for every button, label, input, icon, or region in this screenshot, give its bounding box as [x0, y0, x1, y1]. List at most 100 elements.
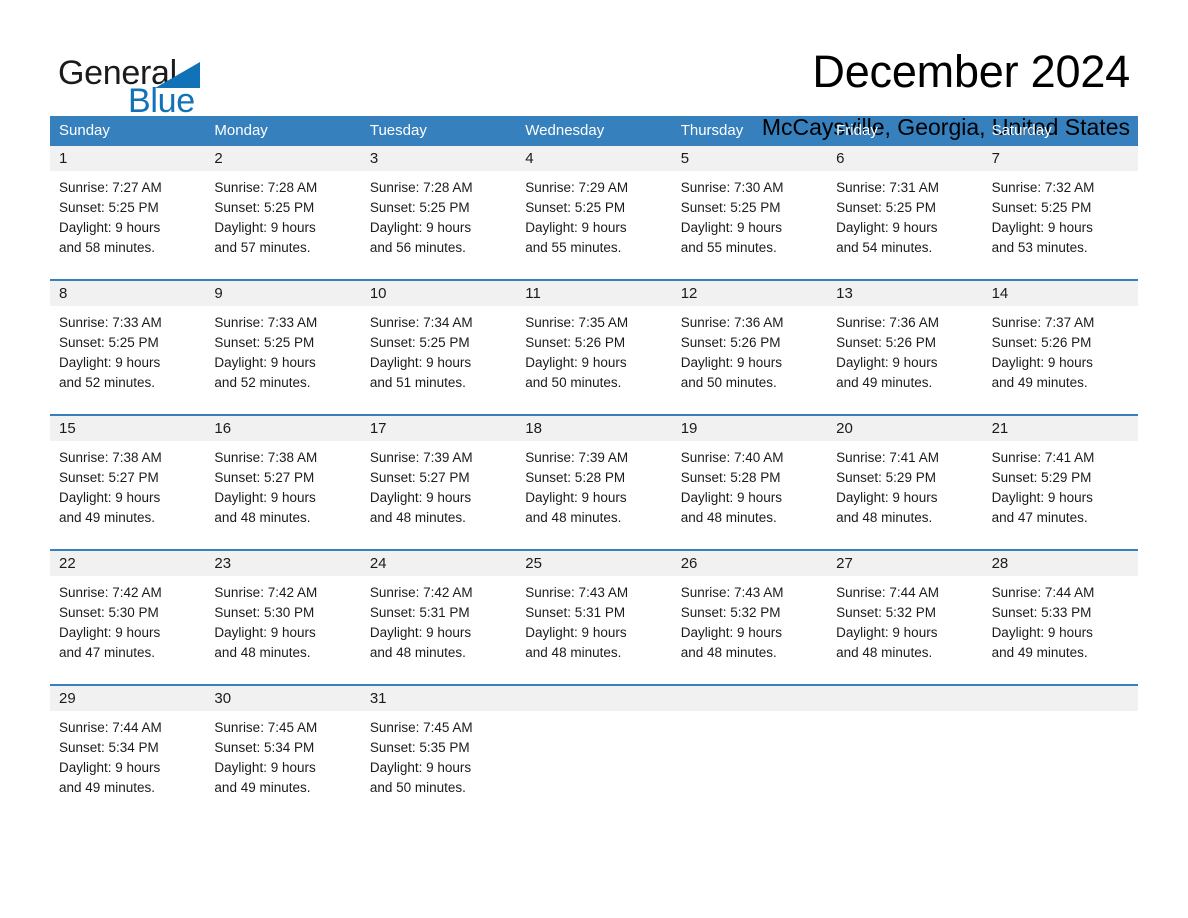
sunset-time: Sunset: 5:30 PM	[214, 605, 315, 620]
calendar-day-cell[interactable]: 31 Sunrise: 7:45 AM Sunset: 5:35 PM Dayligh…	[360, 686, 517, 819]
sunset-time: Sunset: 5:25 PM	[836, 200, 936, 215]
calendar-day-cell[interactable]: 3 Sunrise: 7:28 AM Sunset: 5:25 PM Daylight…	[360, 146, 517, 279]
calendar-day-cell[interactable]: 6 Sunrise: 7:31 AM Sunset: 5:25 PM Daylight…	[827, 146, 983, 279]
sunset-time: Sunset: 5:25 PM	[369, 200, 470, 215]
sunset-time: Sunset: 5:35 PM	[369, 740, 470, 755]
day-number: 31	[360, 686, 517, 711]
day-sun-info: Sunrise: 7:40 AM Sunset: 5:28 PM Daylight:…	[672, 441, 827, 528]
day-number: 22	[50, 551, 206, 576]
sunrise-time: Sunrise: 7:42 AM	[59, 585, 162, 600]
sunrise-time: Sunrise: 7:33 AM	[59, 315, 162, 330]
calendar-day-cell[interactable]: 27 Sunrise: 7:44 AM Sunset: 5:32 PM Dayligh…	[827, 551, 983, 684]
day-number: 11	[516, 281, 672, 306]
day-number: 27	[827, 551, 983, 576]
daylight-duration-line2: and 48 minutes.	[214, 645, 311, 660]
day-number: 10	[360, 281, 517, 306]
sunrise-time: Sunrise: 7:43 AM	[680, 585, 784, 600]
calendar-day-cell[interactable]: 22 Sunrise: 7:42 AM Sunset: 5:30 PM Dayligh…	[50, 551, 206, 684]
sunset-time: Sunset: 5:26 PM	[836, 335, 936, 350]
sunset-time: Sunset: 5:32 PM	[680, 605, 781, 620]
calendar-day-cell[interactable]: 16 Sunrise: 7:38 AM Sunset: 5:27 PM Dayligh…	[205, 416, 361, 549]
sunrise-time: Sunrise: 7:39 AM	[525, 450, 629, 465]
calendar-day-cell[interactable]: 13 Sunrise: 7:36 AM Sunset: 5:26 PM Dayligh…	[827, 281, 983, 414]
calendar-day-cell[interactable]: 21 Sunrise: 7:41 AM Sunset: 5:29 PM Dayligh…	[982, 416, 1138, 549]
calendar-day-cell[interactable]: 12 Sunrise: 7:36 AM Sunset: 5:26 PM Dayligh…	[671, 281, 828, 414]
calendar-day-cell[interactable]: 8 Sunrise: 7:33 AM Sunset: 5:25 PM Daylight…	[50, 281, 206, 414]
calendar-day-cell[interactable]: 14 Sunrise: 7:37 AM Sunset: 5:26 PM Dayligh…	[982, 281, 1138, 414]
generalblue-logo[interactable]: General Blue	[50, 46, 240, 118]
daylight-duration-line2: and 48 minutes.	[836, 645, 933, 660]
daylight-duration-line1: Daylight: 9 hours	[59, 490, 161, 505]
day-sun-info: Sunrise: 7:33 AM Sunset: 5:25 PM Daylight:…	[205, 306, 360, 393]
sunrise-time: Sunrise: 7:45 AM	[369, 720, 473, 735]
day-sun-info: Sunrise: 7:37 AM Sunset: 5:26 PM Daylight:…	[983, 306, 1138, 393]
sunrise-time: Sunrise: 7:38 AM	[59, 450, 162, 465]
day-sun-info: Sunrise: 7:41 AM Sunset: 5:29 PM Daylight:…	[827, 441, 982, 528]
calendar-day-cell[interactable]: 11 Sunrise: 7:35 AM Sunset: 5:26 PM Dayligh…	[516, 281, 672, 414]
day-sun-info: Sunrise: 7:29 AM Sunset: 5:25 PM Daylight:…	[516, 171, 671, 258]
sunrise-time: Sunrise: 7:35 AM	[525, 315, 629, 330]
calendar-week-row: 22 Sunrise: 7:42 AM Sunset: 5:30 PM Dayligh…	[50, 549, 1138, 684]
calendar-day-cell[interactable]: 23 Sunrise: 7:42 AM Sunset: 5:30 PM Dayligh…	[205, 551, 361, 684]
daylight-duration-line1: Daylight: 9 hours	[836, 625, 938, 640]
day-sun-info: Sunrise: 7:36 AM Sunset: 5:26 PM Daylight:…	[827, 306, 982, 393]
calendar-day-cell[interactable]: 19 Sunrise: 7:40 AM Sunset: 5:28 PM Dayligh…	[671, 416, 828, 549]
sunset-time: Sunset: 5:34 PM	[59, 740, 159, 755]
daylight-duration-line2: and 49 minutes.	[991, 645, 1088, 660]
day-sun-info	[516, 711, 671, 718]
calendar-day-cell[interactable]: 26 Sunrise: 7:43 AM Sunset: 5:32 PM Dayligh…	[671, 551, 828, 684]
calendar-day-cell[interactable]: 4 Sunrise: 7:29 AM Sunset: 5:25 PM Daylight…	[516, 146, 672, 279]
calendar-day-cell[interactable]: 18 Sunrise: 7:39 AM Sunset: 5:28 PM Dayligh…	[516, 416, 672, 549]
daylight-duration-line1: Daylight: 9 hours	[525, 490, 627, 505]
day-number: 24	[360, 551, 517, 576]
sunset-time: Sunset: 5:31 PM	[525, 605, 626, 620]
day-number: 19	[671, 416, 828, 441]
sunrise-time: Sunrise: 7:39 AM	[369, 450, 473, 465]
sunrise-time: Sunrise: 7:38 AM	[214, 450, 318, 465]
daylight-duration-line1: Daylight: 9 hours	[680, 490, 783, 505]
daylight-duration-line2: and 50 minutes.	[369, 780, 466, 795]
calendar-day-cell[interactable]: 20 Sunrise: 7:41 AM Sunset: 5:29 PM Dayligh…	[827, 416, 983, 549]
calendar-day-cell[interactable]: 1 Sunrise: 7:27 AM Sunset: 5:25 PM Daylight…	[50, 146, 206, 279]
daylight-duration-line2: and 48 minutes.	[836, 510, 933, 525]
calendar-day-cell[interactable]: 7 Sunrise: 7:32 AM Sunset: 5:25 PM Daylight…	[982, 146, 1138, 279]
calendar-day-cell[interactable]: 24 Sunrise: 7:42 AM Sunset: 5:31 PM Dayligh…	[360, 551, 517, 684]
sunset-time: Sunset: 5:25 PM	[369, 335, 470, 350]
weekday-header-tuesday: Tuesday	[369, 122, 427, 139]
calendar-day-cell[interactable]: 5 Sunrise: 7:30 AM Sunset: 5:25 PM Daylight…	[671, 146, 828, 279]
sunrise-time: Sunrise: 7:31 AM	[836, 180, 939, 195]
sunrise-time: Sunrise: 7:30 AM	[680, 180, 784, 195]
day-number: 14	[982, 281, 1138, 306]
daylight-duration-line2: and 48 minutes.	[369, 645, 466, 660]
calendar-day-cell[interactable]: 15 Sunrise: 7:38 AM Sunset: 5:27 PM Dayligh…	[50, 416, 206, 549]
weekday-header-wednesday: Wednesday	[525, 122, 605, 139]
calendar-day-cell[interactable]: 9 Sunrise: 7:33 AM Sunset: 5:25 PM Daylight…	[205, 281, 361, 414]
sunrise-time: Sunrise: 7:29 AM	[525, 180, 629, 195]
daylight-duration-line2: and 48 minutes.	[369, 510, 466, 525]
calendar-day-cell[interactable]: 17 Sunrise: 7:39 AM Sunset: 5:27 PM Dayligh…	[360, 416, 517, 549]
day-number: 29	[50, 686, 206, 711]
day-sun-info: Sunrise: 7:28 AM Sunset: 5:25 PM Daylight:…	[205, 171, 360, 258]
day-number: 30	[205, 686, 361, 711]
sunset-time: Sunset: 5:25 PM	[214, 200, 315, 215]
calendar-day-cell[interactable]: 28 Sunrise: 7:44 AM Sunset: 5:33 PM Dayligh…	[982, 551, 1138, 684]
calendar-day-cell[interactable]: 25 Sunrise: 7:43 AM Sunset: 5:31 PM Dayligh…	[516, 551, 672, 684]
daylight-duration-line1: Daylight: 9 hours	[59, 625, 161, 640]
day-sun-info: Sunrise: 7:31 AM Sunset: 5:25 PM Daylight:…	[827, 171, 982, 258]
day-number	[982, 686, 1138, 711]
day-sun-info: Sunrise: 7:43 AM Sunset: 5:32 PM Daylight:…	[672, 576, 827, 663]
sunset-time: Sunset: 5:27 PM	[369, 470, 470, 485]
calendar-day-cell[interactable]: 2 Sunrise: 7:28 AM Sunset: 5:25 PM Daylight…	[205, 146, 361, 279]
sunrise-time: Sunrise: 7:33 AM	[214, 315, 318, 330]
calendar-day-cell[interactable]: 29 Sunrise: 7:44 AM Sunset: 5:34 PM Dayligh…	[50, 686, 206, 819]
calendar-week-row: 15 Sunrise: 7:38 AM Sunset: 5:27 PM Dayligh…	[50, 414, 1138, 549]
page-title: December 2024	[812, 46, 1130, 97]
daylight-duration-line2: and 55 minutes.	[525, 240, 622, 255]
day-sun-info: Sunrise: 7:42 AM Sunset: 5:31 PM Daylight:…	[361, 576, 516, 663]
calendar-day-cell[interactable]: 30 Sunrise: 7:45 AM Sunset: 5:34 PM Dayligh…	[205, 686, 361, 819]
sunset-time: Sunset: 5:25 PM	[59, 200, 159, 215]
daylight-duration-line2: and 49 minutes.	[59, 780, 156, 795]
calendar-day-cell[interactable]: 10 Sunrise: 7:34 AM Sunset: 5:25 PM Dayligh…	[360, 281, 517, 414]
sunrise-time: Sunrise: 7:42 AM	[214, 585, 318, 600]
day-number: 2	[205, 146, 361, 171]
